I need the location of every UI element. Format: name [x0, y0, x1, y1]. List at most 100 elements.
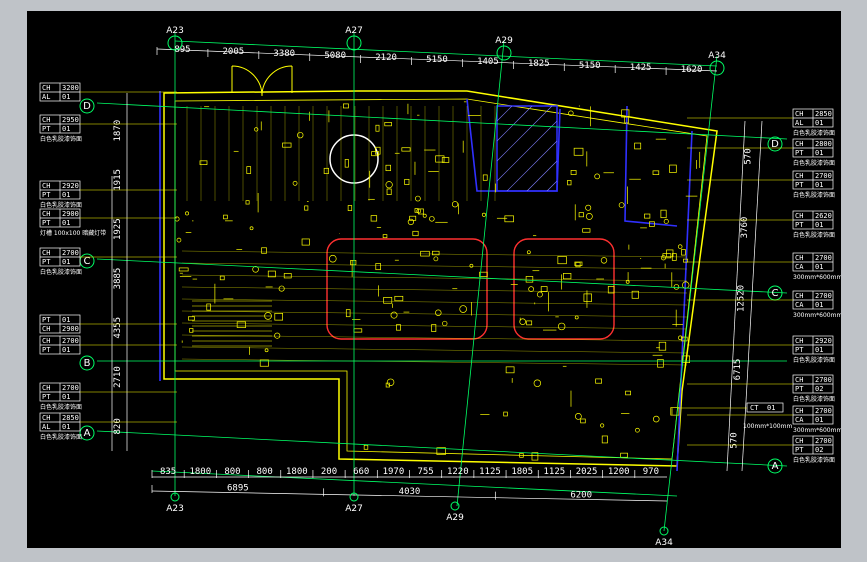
light-fixture — [557, 322, 566, 331]
fixture-mark — [557, 256, 567, 265]
left-tag-1-note: 白色乳胶漆饰面 — [40, 135, 82, 143]
left-dim-0: 1870 — [113, 120, 123, 142]
fixture-mark — [540, 286, 548, 293]
fixture-mark — [420, 250, 430, 257]
left-tag-8-k2: AL — [42, 423, 50, 431]
axis-bubble-top-2-label: A29 — [495, 36, 513, 46]
axis-bubble-top-2 — [496, 45, 512, 61]
fixture-mark — [344, 159, 349, 168]
right-tag-9-note: 白色乳胶漆饰面 — [793, 456, 835, 464]
axis-bubble-top-3 — [709, 60, 725, 76]
ct-tag-k: CT — [750, 404, 759, 412]
axis-bubble-bottom-2-label: A29 — [446, 513, 464, 523]
fixture-mark — [435, 155, 445, 163]
right-tag-8-k2: CA — [795, 416, 804, 424]
light-fixture — [585, 213, 593, 220]
right-tag-2-note: 白色乳胶漆饰面 — [793, 191, 835, 199]
right-tag-5-v1: 2700 — [815, 292, 832, 300]
right-tag-4-v2: 01 — [815, 263, 823, 271]
light-fixture — [328, 254, 337, 263]
fixture-mark — [282, 142, 292, 148]
bottom-dim-10: 1125 — [479, 467, 501, 477]
axis-bubble-bottom-2 — [450, 501, 460, 511]
left-dim-1: 1915 — [113, 169, 123, 191]
left-tag-6-k2: PT — [42, 346, 51, 354]
fixture-mark — [582, 228, 591, 233]
right-tag-4-k1: CH — [795, 254, 803, 262]
light-fixture — [673, 284, 680, 290]
right-tag-6-note: 白色乳胶漆饰面 — [793, 356, 835, 364]
fixture-mark — [236, 321, 246, 328]
fixture-mark — [178, 267, 189, 272]
fixture-mark — [531, 452, 539, 461]
fixture-mark — [350, 260, 357, 266]
right-tag-3-note: 白色乳胶漆饰面 — [793, 231, 835, 239]
right-tag-2-v2: 01 — [815, 181, 823, 189]
left-tag-7-v1: 2700 — [62, 384, 79, 392]
interior-detail — [174, 101, 701, 461]
light-fixture — [264, 348, 269, 353]
left-tag-5-k1: PT — [42, 316, 51, 324]
axis-bubble-right-2-label: A — [772, 461, 779, 472]
bottom-dim-14: 1200 — [608, 467, 630, 477]
right-tag-5-note: 300mm*600mm — [793, 312, 841, 319]
light-fixture — [249, 226, 254, 231]
axis-bubble-top-0-label: A23 — [166, 26, 184, 36]
left-tag-8-note: 白色乳胶漆饰面 — [40, 433, 82, 441]
left-tag-7-note: 白色乳胶漆饰面 — [40, 403, 82, 411]
grid-line — [181, 286, 688, 294]
right-tag-3-v1: 2620 — [815, 212, 832, 220]
left-tag-2-v2: 01 — [62, 191, 70, 199]
right-tag-3-k2: PT — [795, 221, 804, 229]
left-tag-3-k2: PT — [42, 219, 51, 227]
left-tag-0-k1: CH — [42, 84, 50, 92]
bottom-dim-7: 1970 — [383, 467, 405, 477]
fixture-mark — [404, 178, 410, 185]
light-fixture — [451, 201, 459, 208]
right-tag-0-k1: CH — [795, 110, 803, 118]
left-tag-2-k1: CH — [42, 182, 50, 190]
grid-line — [181, 358, 688, 366]
fixture-mark — [412, 230, 419, 237]
right-tag-1-v2: 01 — [815, 149, 823, 157]
grid-line — [181, 250, 688, 258]
left-dim-4: 4355 — [113, 317, 123, 339]
fixture-mark — [219, 275, 225, 281]
fixture-mark — [223, 214, 228, 220]
light-fixture — [292, 180, 298, 186]
left-dim-5: 2710 — [113, 366, 123, 388]
fixture-mark — [383, 297, 393, 304]
light-fixture — [174, 216, 180, 222]
light-fixture — [600, 257, 608, 264]
left-dim-6: 820 — [113, 418, 123, 434]
axis-bubble-bottom-3-label: A34 — [655, 538, 673, 548]
fixture-mark — [503, 411, 508, 417]
fixture-mark — [583, 293, 592, 302]
light-fixture — [442, 320, 448, 327]
left-tag-2-note: 白色乳胶漆饰面 — [40, 201, 82, 209]
light-fixture — [618, 202, 625, 209]
light-fixture — [663, 218, 669, 224]
left-tag-0-v2: 01 — [62, 93, 70, 101]
right-tag-0-note: 白色乳胶漆饰面 — [793, 129, 835, 137]
cad-viewport[interactable]: 895 2005 3380 5080 2120 5150 1405 1825 5150 1425 1… — [27, 11, 841, 548]
bottom-dim-0: 835 — [160, 467, 176, 477]
light-fixture — [574, 413, 582, 420]
fixture-mark — [401, 147, 411, 152]
fixture-mark — [301, 238, 310, 246]
right-tag-6-k1: CH — [795, 337, 803, 345]
right-tag-4-v1: 2700 — [815, 254, 832, 262]
light-fixture — [574, 315, 579, 320]
left-tag-4-v1: 2700 — [62, 249, 79, 257]
grid-line — [181, 262, 688, 270]
top-dim-1: 2005 — [223, 47, 245, 57]
right-tag-1-k2: PT — [795, 149, 804, 157]
fixture-mark — [441, 157, 450, 163]
right-tag-9-k1: CH — [795, 437, 803, 445]
light-fixture — [429, 216, 435, 222]
top-dim-6: 1405 — [477, 57, 499, 67]
shaft-hatch — [496, 105, 558, 192]
right-tag-1-k1: CH — [795, 140, 803, 148]
fixture-mark — [482, 174, 488, 181]
light-fixture — [677, 244, 683, 249]
